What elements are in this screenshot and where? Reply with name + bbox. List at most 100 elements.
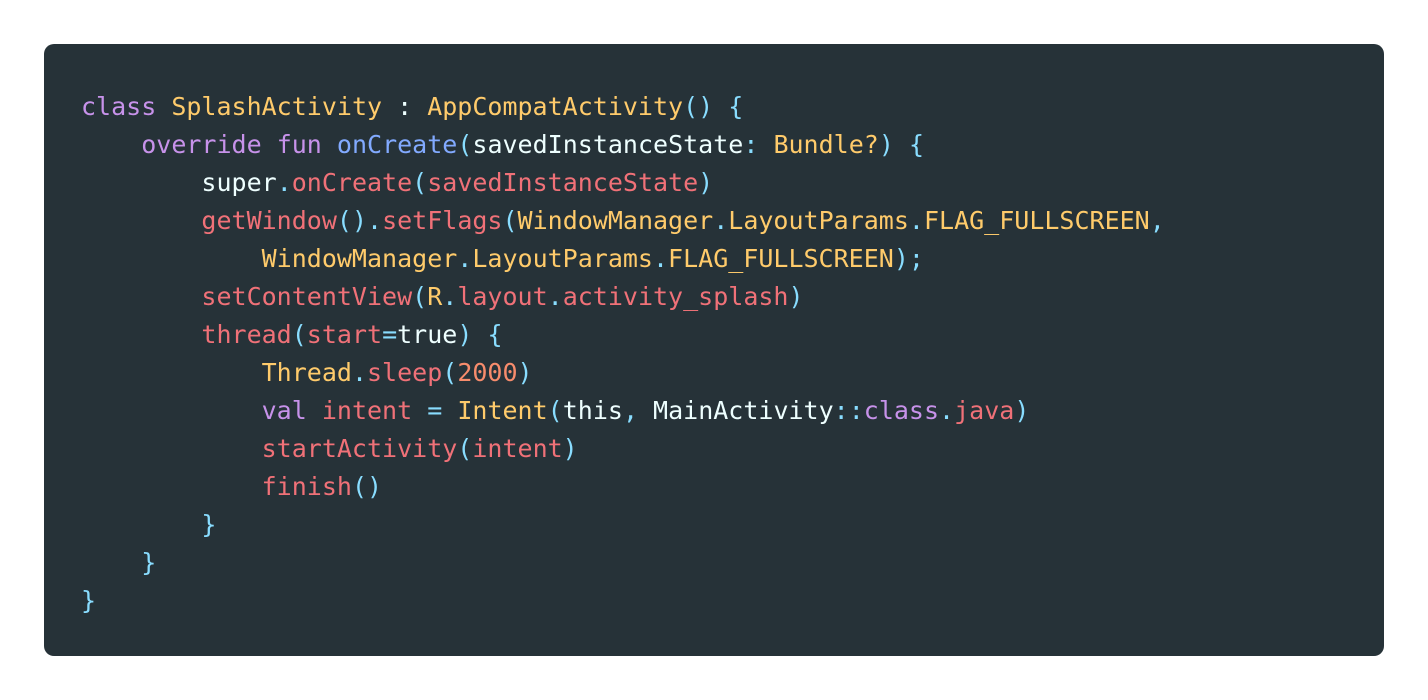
code-token: LayoutParams (472, 244, 653, 273)
code-token: . (351, 358, 367, 387)
code-line: override fun onCreate(savedInstanceState… (81, 126, 1341, 164)
code-token: . (457, 244, 473, 273)
code-token: } (141, 548, 157, 577)
code-token: ( (502, 206, 518, 235)
code-token: savedInstanceState (427, 168, 699, 197)
code-token: onCreate (336, 130, 458, 159)
code-token: java (954, 396, 1015, 425)
code-token: LayoutParams (728, 206, 909, 235)
code-line: Thread.sleep(2000) (81, 354, 1341, 392)
code-line: finish() (81, 468, 1341, 506)
code-token: . (713, 206, 729, 235)
code-token: FLAG_FULLSCREEN (923, 206, 1150, 235)
code-token: R (427, 282, 443, 311)
code-token: MainActivity (653, 396, 834, 425)
code-token: this (562, 396, 623, 425)
code-token: setContentView (201, 282, 413, 311)
code-token: 2000 (457, 358, 518, 387)
code-line: WindowManager.LayoutParams.FLAG_FULLSCRE… (81, 240, 1341, 278)
code-token: . (908, 206, 924, 235)
code-line: } (81, 582, 1341, 620)
code-token: start (306, 320, 383, 349)
code-token: ( (442, 358, 458, 387)
code-token: getWindow (201, 206, 337, 235)
code-token: . (442, 282, 458, 311)
code-token: AppCompatActivity (427, 92, 684, 121)
code-token: ( (412, 168, 428, 197)
code-token: () (336, 206, 367, 235)
code-token: activity_splash (562, 282, 789, 311)
code-token: ( (547, 396, 563, 425)
code-token: ) (1014, 396, 1030, 425)
code-token: . (547, 282, 563, 311)
code-token: FLAG_FULLSCREEN (668, 244, 894, 273)
code-token: :: (833, 396, 864, 425)
code-token: sleep (367, 358, 443, 387)
code-line: super.onCreate(savedInstanceState) (81, 164, 1341, 202)
code-token: Intent (457, 396, 548, 425)
code-token: : (382, 92, 428, 121)
code-token: super (201, 168, 277, 197)
code-token: onCreate (291, 168, 413, 197)
code-listing: class SplashActivity : AppCompatActivity… (81, 92, 1384, 656)
code-token: Thread (261, 358, 352, 387)
code-token: setFlags (382, 206, 503, 235)
code-token: , (1149, 206, 1165, 235)
code-token: WindowManager (261, 244, 458, 273)
code-line: thread(start=true) { (81, 316, 1341, 354)
code-token: ( (457, 130, 473, 159)
code-token: ( (291, 320, 307, 349)
code-block: class SplashActivity : AppCompatActivity… (44, 44, 1384, 656)
code-token: ) (788, 282, 804, 311)
code-token: finish (261, 472, 352, 501)
code-token: } (201, 510, 217, 539)
code-line: startActivity(intent) (81, 430, 1341, 468)
code-token: { (728, 92, 744, 121)
code-token: WindowManager (517, 206, 714, 235)
code-token: val (261, 396, 307, 425)
code-token: , (622, 396, 654, 425)
code-token: SplashActivity (171, 92, 383, 121)
code-token: fun (276, 130, 322, 159)
code-line: setContentView(R.layout.activity_splash) (81, 278, 1341, 316)
code-token: { (487, 320, 503, 349)
code-token: ) (457, 320, 473, 349)
code-token: = (427, 396, 443, 425)
code-token: ); (893, 244, 924, 273)
code-token: = (382, 320, 398, 349)
code-token: () (683, 92, 714, 121)
code-token: startActivity (261, 434, 458, 463)
code-token: thread (201, 320, 292, 349)
code-token: class (81, 92, 157, 121)
code-token: true (397, 320, 458, 349)
code-token: . (939, 396, 955, 425)
code-token: ) (517, 358, 533, 387)
code-token: { (908, 130, 924, 159)
code-token: () (351, 472, 383, 501)
code-token: intent (472, 434, 563, 463)
code-token: ) (562, 434, 578, 463)
code-token: } (81, 586, 97, 615)
code-token: ( (412, 282, 428, 311)
code-line: getWindow(). setFlags(WindowManager.Layou… (81, 202, 1341, 240)
code-token: ) (878, 130, 894, 159)
code-line: } (81, 506, 1341, 544)
